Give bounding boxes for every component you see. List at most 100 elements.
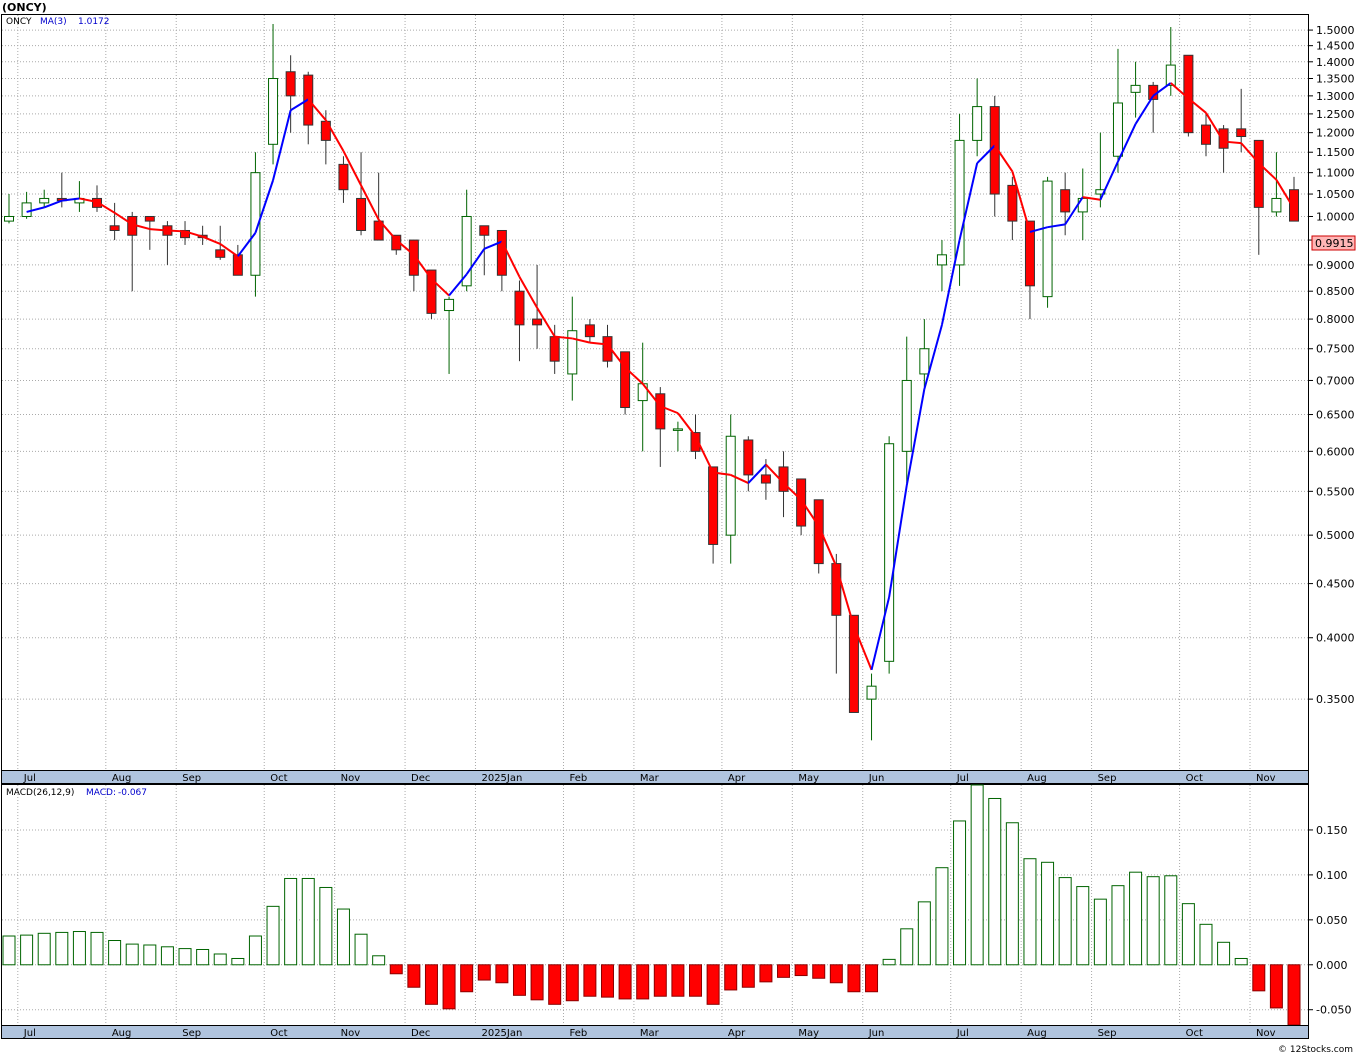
macd-bar-negative xyxy=(407,964,421,988)
macd-bar-negative xyxy=(689,964,703,997)
price-legend-ma-label: MA(3) xyxy=(40,17,67,27)
macd-bar-positive xyxy=(55,931,69,966)
month-label: Aug xyxy=(112,1028,132,1039)
month-label: Mar xyxy=(640,1028,660,1039)
macd-bar-positive xyxy=(1129,871,1143,966)
macd-bar-negative xyxy=(794,964,808,977)
candle-down xyxy=(514,290,525,326)
candle-down xyxy=(479,225,490,236)
candle-down xyxy=(796,478,807,527)
month-label: Dec xyxy=(411,773,430,784)
candle-up xyxy=(936,254,947,266)
macd-bar-positive xyxy=(917,901,931,966)
candle-down xyxy=(1183,54,1194,134)
macd-bar-positive xyxy=(1146,876,1160,966)
price-tick-label: 1.1000 xyxy=(1316,167,1355,180)
macd-tick-label: 0.050 xyxy=(1316,914,1348,927)
price-tick-label: 0.8000 xyxy=(1316,313,1355,326)
candle-up xyxy=(4,215,14,222)
macd-bar-negative xyxy=(829,964,843,984)
macd-bar-negative xyxy=(618,964,632,1000)
price-tick-label: 1.2500 xyxy=(1316,108,1355,121)
macd-bar-positive xyxy=(336,908,350,966)
month-label: Jul xyxy=(23,773,36,784)
month-label: Sep xyxy=(1098,773,1117,784)
month-label: Oct xyxy=(1186,1028,1203,1039)
candle-down xyxy=(831,563,842,616)
stock-chart: (ONCY) 1.5000 1.4500 1.4000 1.3500 1.3000 1.2… xyxy=(1,1,1356,1055)
candle-down xyxy=(1007,184,1018,222)
month-label: 2025Jan xyxy=(481,1028,522,1039)
macd-bar-negative xyxy=(512,964,526,996)
month-label: Oct xyxy=(270,773,287,784)
candle-down xyxy=(549,336,560,362)
candle-down xyxy=(708,466,719,545)
macd-bar-positive xyxy=(900,928,914,966)
macd-bar-positive xyxy=(301,877,315,966)
candle-down xyxy=(496,229,507,276)
candle-up xyxy=(866,685,877,700)
macd-legend-value: -0.067 xyxy=(118,788,147,798)
ma-line-segment xyxy=(149,228,168,232)
month-label: Mar xyxy=(640,773,660,784)
macd-tick-label: -0.050 xyxy=(1316,1004,1351,1017)
macd-bar-positive xyxy=(1164,875,1178,966)
macd-bar-positive xyxy=(1111,885,1125,966)
macd-bar-negative xyxy=(600,964,614,998)
price-tick-label: 1.5000 xyxy=(1316,24,1355,37)
candle-down xyxy=(1236,128,1247,138)
month-label: Sep xyxy=(1098,1028,1117,1039)
month-label: Aug xyxy=(1027,1028,1047,1039)
macd-bar-negative xyxy=(865,964,879,993)
macd-bar-positive xyxy=(37,932,51,966)
macd-bar-positive xyxy=(248,935,262,966)
macd-bar-positive xyxy=(372,955,386,966)
macd-bar-positive xyxy=(1093,898,1107,966)
macd-bar-positive xyxy=(988,797,1002,966)
price-tick-label: 0.7500 xyxy=(1316,343,1355,356)
candle-up xyxy=(672,428,683,431)
candle-down xyxy=(144,215,155,222)
price-tick-label: 1.4000 xyxy=(1316,56,1355,69)
macd-bar-positive xyxy=(1041,861,1055,966)
candle-up xyxy=(884,443,895,662)
candle-down xyxy=(1200,124,1211,145)
month-label: Jul xyxy=(956,1028,969,1039)
month-label: May xyxy=(798,1028,819,1039)
month-label: Sep xyxy=(182,1028,201,1039)
price-tick-label: 0.4000 xyxy=(1316,632,1355,645)
macd-bar-negative xyxy=(565,964,579,1002)
candle-up xyxy=(954,139,965,266)
macd-legend-value-label: MACD: xyxy=(86,788,116,798)
macd-bar-negative xyxy=(777,964,791,978)
candle-up xyxy=(1042,180,1053,298)
macd-bar-positive xyxy=(108,940,122,966)
macd-bar-positive xyxy=(213,953,227,966)
month-label: Jun xyxy=(868,773,885,784)
macd-bar-positive xyxy=(1181,903,1195,966)
candle-up xyxy=(725,435,736,536)
macd-bar-negative xyxy=(812,964,826,979)
candle-up xyxy=(1271,197,1282,213)
macd-bar-positive xyxy=(231,957,245,966)
ma-line-segment xyxy=(167,229,186,233)
macd-bar-negative xyxy=(583,964,597,997)
candle-down xyxy=(338,163,349,191)
macd-bar-negative xyxy=(653,964,667,997)
macd-bar-positive xyxy=(354,933,368,966)
price-tick-label: 0.5500 xyxy=(1316,485,1355,498)
candle-up xyxy=(972,106,983,141)
month-label: Oct xyxy=(270,1028,287,1039)
month-label: Aug xyxy=(112,773,132,784)
macd-bar-negative xyxy=(759,964,773,983)
macd-bar-negative xyxy=(1269,964,1283,1009)
price-tick-label: 1.0500 xyxy=(1316,188,1355,201)
price-tick-label: 0.4500 xyxy=(1316,578,1355,591)
candle-down xyxy=(285,71,296,97)
macd-bar-negative xyxy=(1252,964,1266,992)
month-label: Jul xyxy=(23,1028,36,1039)
month-label: Dec xyxy=(411,1028,430,1039)
macd-bar-positive xyxy=(284,877,298,966)
month-label: Feb xyxy=(569,1028,587,1039)
price-tick-label: 1.4500 xyxy=(1316,40,1355,53)
